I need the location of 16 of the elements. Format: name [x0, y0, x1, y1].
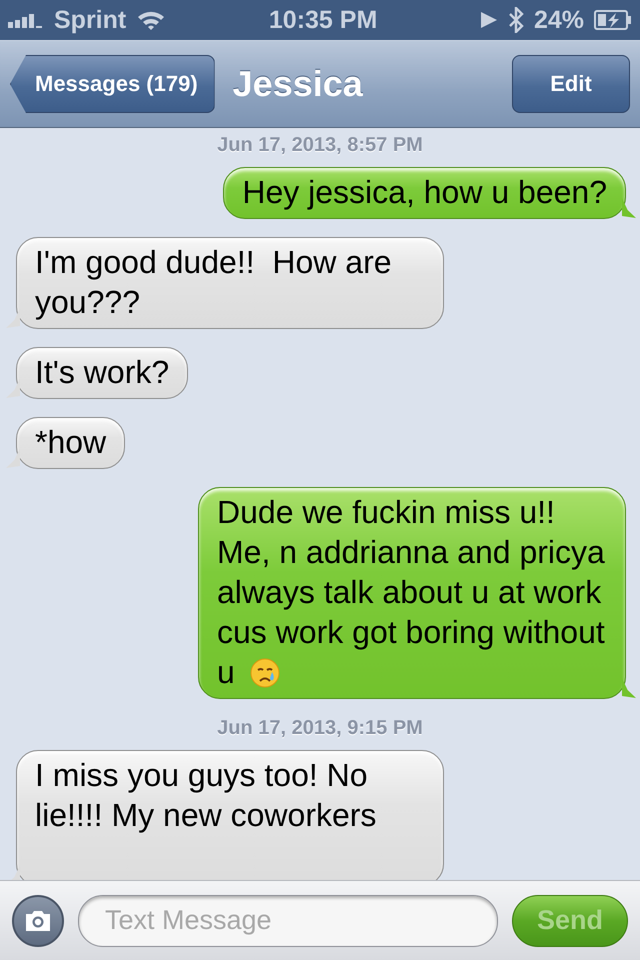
carrier-name: Sprint	[54, 6, 126, 34]
timestamp: Jun 17, 2013, 8:57 PM	[217, 134, 423, 157]
clock-time: 10:35 PM	[268, 6, 378, 34]
wifi-icon	[136, 9, 166, 31]
back-button[interactable]: Messages (179)	[10, 55, 215, 113]
timestamp: Jun 17, 2013, 9:15 PM	[217, 717, 423, 740]
camera-button[interactable]	[12, 894, 64, 946]
signal-icon	[8, 12, 44, 28]
play-icon	[480, 11, 498, 29]
bluetooth-icon	[508, 7, 524, 33]
message-input-field[interactable]: Text Message	[78, 894, 498, 946]
camera-icon	[23, 908, 53, 932]
battery-percentage: 24%	[534, 6, 584, 34]
edit-button[interactable]: Edit	[512, 55, 630, 113]
battery-charging-icon	[594, 10, 632, 30]
conversation-title: Jessica	[232, 63, 364, 105]
